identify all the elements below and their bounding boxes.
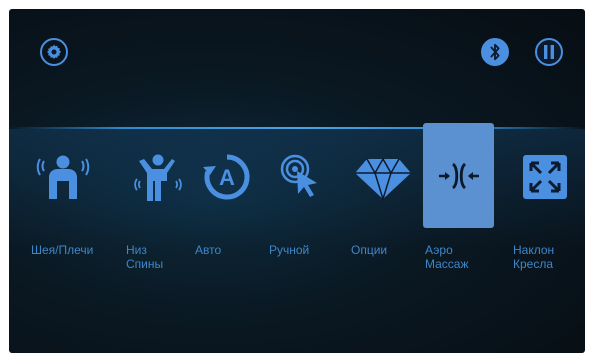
menu-item-label: Аэро Массаж [425, 243, 469, 271]
menu-tile[interactable] [265, 121, 337, 233]
menu-item-manual[interactable]: Ручной [265, 121, 337, 291]
menu-item-neck-shoulders[interactable]: Шея/Плечи [27, 121, 99, 291]
bluetooth-icon [490, 43, 500, 61]
mode-menu: Шея/Плечи Низ Спины A Авто Ручной Опции … [9, 121, 585, 301]
menu-item-label: Ручной [269, 243, 310, 257]
menu-tile[interactable] [122, 121, 194, 233]
bluetooth-button[interactable] [481, 38, 509, 66]
menu-item-label: Наклон Кресла [513, 243, 555, 271]
pause-icon [544, 45, 554, 59]
gear-icon [46, 44, 62, 60]
menu-tile[interactable]: A [191, 121, 263, 233]
recline-expand-icon [523, 155, 567, 199]
menu-item-air-massage[interactable]: Аэро Массаж [421, 121, 494, 291]
menu-item-label: Низ Спины [126, 243, 164, 271]
menu-tile[interactable] [347, 121, 419, 233]
menu-item-options[interactable]: Опции [347, 121, 419, 291]
lower-back-icon [134, 154, 182, 201]
menu-item-lower-back[interactable]: Низ Спины [122, 121, 194, 291]
manual-pointer-icon [280, 154, 317, 197]
air-massage-icon [438, 162, 479, 189]
menu-item-auto[interactable]: A Авто [191, 121, 263, 291]
svg-text:A: A [219, 165, 235, 190]
pause-button[interactable] [535, 38, 563, 66]
neck-shoulders-icon [36, 155, 90, 199]
screen: Шея/Плечи Низ Спины A Авто Ручной Опции … [9, 9, 585, 353]
menu-item-label: Шея/Плечи [31, 243, 94, 257]
menu-tile[interactable] [509, 121, 581, 233]
menu-item-recline[interactable]: Наклон Кресла [509, 121, 581, 291]
menu-tile-selected[interactable] [423, 123, 494, 228]
menu-item-label: Авто [195, 243, 222, 257]
menu-tile[interactable] [27, 121, 99, 233]
menu-item-label: Опции [351, 243, 388, 257]
diamond-icon [355, 157, 411, 202]
settings-button[interactable] [40, 38, 68, 66]
auto-icon: A [203, 154, 250, 200]
